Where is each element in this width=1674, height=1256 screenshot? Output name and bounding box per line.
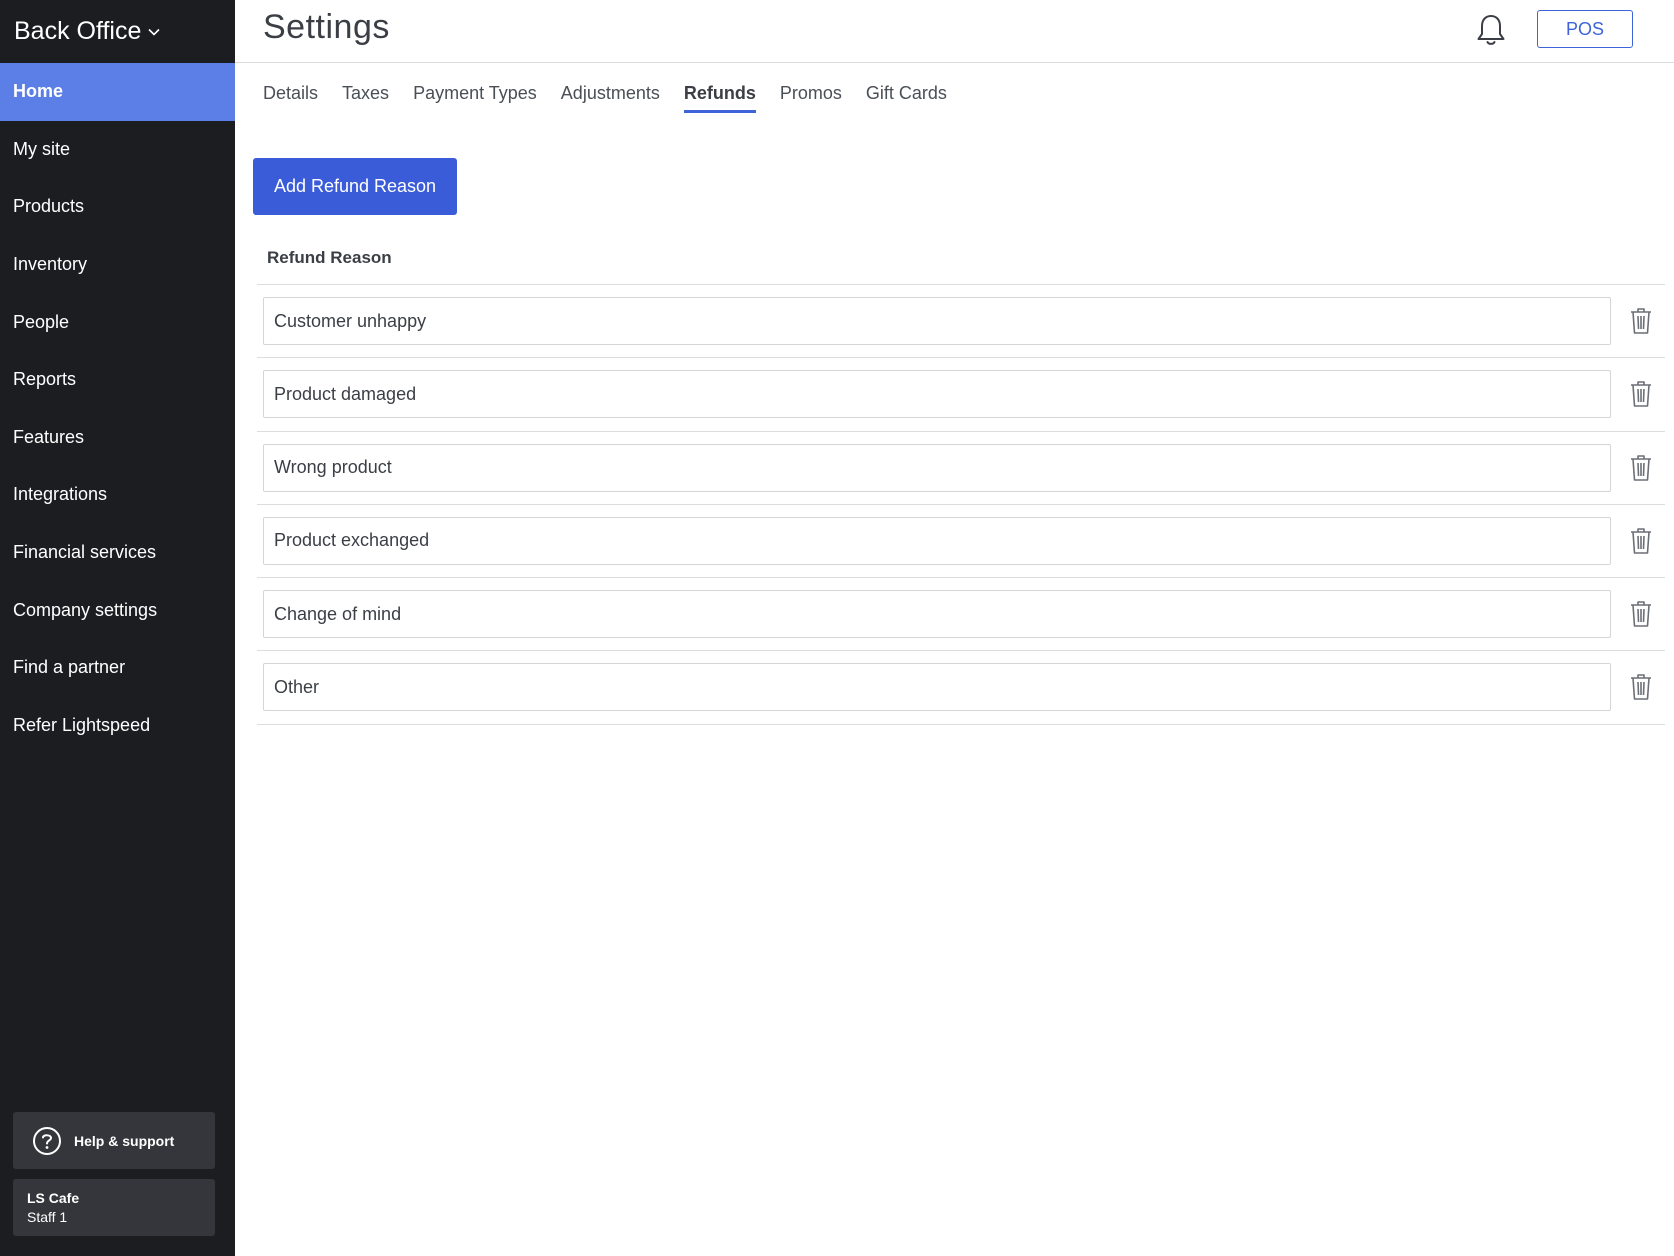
account-role: Staff 1	[27, 1209, 68, 1225]
help-support-label: Help & support	[74, 1132, 175, 1149]
refund-reason-field[interactable]	[263, 443, 1611, 492]
tab-gift-cards[interactable]: Gift Cards	[866, 63, 947, 113]
chevron-down-icon	[148, 28, 160, 36]
sidebar-item-features[interactable]: Features	[0, 409, 235, 467]
sidebar-item-financial-services[interactable]: Financial services	[0, 524, 235, 582]
sidebar-item-label: Find a partner	[13, 657, 126, 678]
top-header: Settings POS	[235, 0, 1674, 63]
refund-reason-field[interactable]	[263, 590, 1611, 639]
trash-icon[interactable]	[1627, 671, 1655, 703]
trash-icon[interactable]	[1627, 452, 1655, 484]
table-row	[257, 578, 1665, 652]
sidebar-item-people[interactable]: People	[0, 293, 235, 351]
sidebar-item-reports[interactable]: Reports	[0, 351, 235, 409]
help-support-button[interactable]: Help & support	[13, 1112, 215, 1169]
sidebar-item-label: My site	[13, 138, 71, 159]
page-title: Settings	[263, 8, 390, 46]
table-row	[257, 432, 1665, 505]
question-circle-icon	[32, 1126, 62, 1156]
account-switcher[interactable]: LS Cafe Staff 1	[13, 1179, 215, 1236]
sidebar-item-label: Financial services	[13, 542, 157, 563]
refund-reason-field[interactable]	[263, 663, 1611, 712]
sidebar-item-find-a-partner[interactable]: Find a partner	[0, 639, 235, 697]
tab-payment-types[interactable]: Payment Types	[413, 63, 537, 113]
sidebar-item-label: Company settings	[13, 599, 158, 620]
sidebar-item-company-settings[interactable]: Company settings	[0, 581, 235, 639]
bell-icon[interactable]	[1474, 12, 1508, 48]
table-row	[257, 358, 1665, 432]
sidebar-item-label: People	[13, 311, 70, 332]
table-row	[257, 505, 1665, 579]
tab-refunds[interactable]: Refunds	[683, 63, 756, 113]
sidebar-item-label: Home	[13, 81, 64, 102]
sidebar-nav: Home My site Products Inventory People R…	[0, 63, 235, 754]
tab-adjustments[interactable]: Adjustments	[561, 63, 660, 113]
tab-details[interactable]: Details	[263, 63, 318, 113]
sidebar-item-label: Inventory	[13, 254, 88, 275]
refund-reasons-table	[257, 284, 1665, 725]
sidebar-item-my-site[interactable]: My site	[0, 121, 235, 179]
brand-menu[interactable]: Back Office	[0, 0, 235, 63]
refund-reason-field[interactable]	[263, 516, 1611, 565]
table-row	[257, 651, 1665, 725]
sidebar-item-label: Refer Lightspeed	[13, 714, 151, 735]
pos-button[interactable]: POS	[1537, 10, 1633, 48]
refund-reason-field[interactable]	[263, 297, 1611, 345]
sidebar-item-integrations[interactable]: Integrations	[0, 466, 235, 524]
tab-promos[interactable]: Promos	[780, 63, 842, 113]
sidebar-item-label: Integrations	[13, 484, 108, 505]
sidebar-item-label: Reports	[13, 369, 77, 390]
sidebar-item-label: Features	[13, 426, 85, 447]
trash-icon[interactable]	[1627, 525, 1655, 557]
settings-tabs: Details Taxes Payment Types Adjustments …	[235, 63, 971, 118]
add-refund-reason-button[interactable]: Add Refund Reason	[253, 158, 457, 215]
sidebar-item-products[interactable]: Products	[0, 178, 235, 236]
refund-reason-field[interactable]	[263, 370, 1611, 419]
sidebar-item-label: Products	[13, 196, 85, 217]
account-name: LS Cafe	[27, 1190, 80, 1206]
sidebar-item-inventory[interactable]: Inventory	[0, 236, 235, 294]
sidebar: Back Office Home My site Products Invent…	[0, 0, 235, 1256]
refund-reason-column-header: Refund Reason	[267, 248, 392, 267]
sidebar-item-refer-lightspeed[interactable]: Refer Lightspeed	[0, 697, 235, 755]
table-row	[257, 285, 1665, 359]
sidebar-item-home[interactable]: Home	[0, 63, 235, 121]
tab-taxes[interactable]: Taxes	[342, 63, 389, 113]
trash-icon[interactable]	[1627, 305, 1655, 337]
trash-icon[interactable]	[1627, 598, 1655, 630]
brand-label: Back Office	[14, 17, 142, 45]
trash-icon[interactable]	[1627, 378, 1655, 410]
